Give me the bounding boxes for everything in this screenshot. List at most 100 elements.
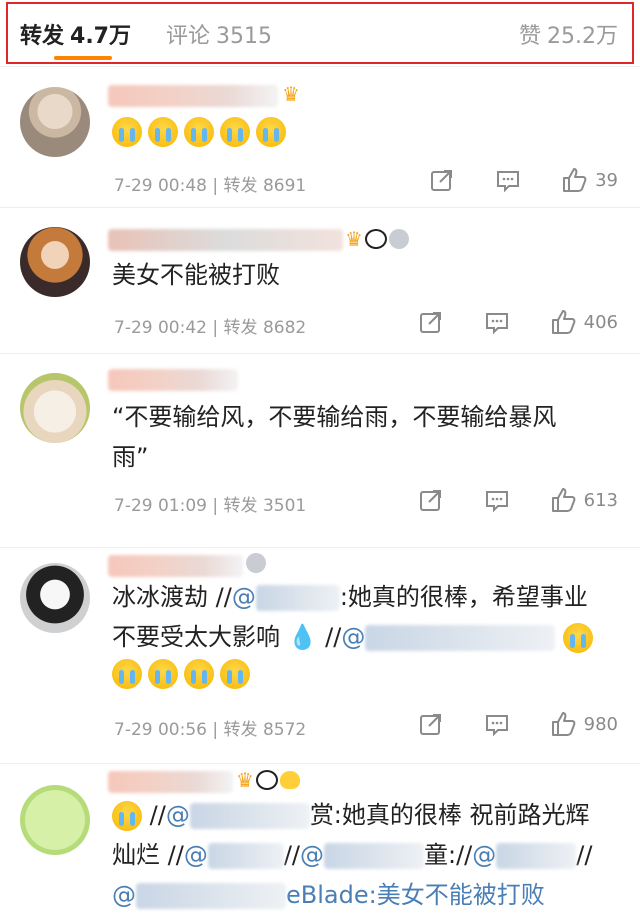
comment-text-part: 冰冰渡劫 // — [112, 583, 232, 611]
crying-emoji-icon — [184, 117, 214, 147]
comment-text-part: 赏:她真的很棒 祝前路光辉 — [309, 801, 590, 829]
post-actions: 39 — [429, 167, 618, 193]
list-item: ♛ //@ 赏:她真的很棒 祝前路光辉 灿烂 //@//@ 童://@// @ eBl… — [0, 763, 640, 909]
mention-blurred — [323, 843, 424, 869]
interaction-tabs: 转发 4.7万 评论 3515 赞 25.2万 — [0, 0, 640, 67]
emoji-row — [112, 117, 286, 147]
mention-link[interactable]: @ eBlade:美女不能被打败 — [112, 881, 545, 909]
crying-emoji-icon — [112, 659, 142, 689]
meta-separator: | — [212, 496, 219, 516]
like-count: 980 — [583, 713, 618, 735]
comment-text-part: :她真的很棒，希望事业 — [339, 583, 588, 611]
timestamp: 7-29 01:09 — [114, 496, 207, 516]
share-icon[interactable] — [418, 487, 444, 513]
meta-separator: | — [212, 318, 219, 338]
crying-emoji-icon — [112, 801, 142, 831]
avatar[interactable] — [20, 785, 90, 855]
repost-count: 8691 — [262, 176, 307, 196]
tab-comments-label: 评论 — [166, 24, 211, 49]
medal-icon — [246, 553, 266, 573]
comment-text-part: 童:// — [423, 841, 473, 869]
tab-reposts-count: 4.7万 — [70, 24, 131, 49]
repost-count: 8682 — [262, 318, 307, 338]
repost-label: 转发 — [223, 496, 258, 516]
post-meta: 7-29 00:48 | 转发 8691 — [114, 171, 306, 196]
mention-prefix: @ — [165, 801, 190, 829]
list-item: 冰冰渡劫 //@:她真的很棒，希望事业 不要受太大影响 💧 //@ 7-29 0… — [0, 547, 640, 764]
comment-text-part: // — [576, 841, 593, 869]
thumbs-up-icon — [551, 488, 576, 512]
like-button[interactable]: 39 — [561, 167, 618, 193]
avatar[interactable] — [20, 563, 90, 633]
mention-blurred — [136, 883, 286, 909]
username-blurred[interactable] — [108, 555, 243, 577]
crown-icon: ♛ — [282, 82, 300, 106]
mention-link[interactable]: @ — [472, 841, 577, 869]
comment-icon[interactable] — [484, 487, 510, 513]
mention-blurred — [255, 585, 340, 611]
panda-icon — [364, 229, 387, 249]
post-meta: 7-29 00:56 | 转发 8572 — [114, 715, 306, 740]
mention-link[interactable]: @ — [300, 841, 424, 869]
comment-text-part: // — [283, 841, 300, 869]
repost-label: 转发 — [223, 720, 258, 740]
crown-icon: ♛ — [236, 768, 254, 792]
comment-text: //@ 赏:她真的很棒 祝前路光辉 灿烂 //@//@ 童://@// @ eBlad… — [112, 795, 622, 915]
meta-separator: | — [212, 720, 219, 740]
like-button[interactable]: 980 — [550, 711, 618, 737]
post-actions: 980 — [418, 711, 618, 737]
list-item: ♛ 美女不能被打败 7-29 00:42 | 转发 8682 406 — [0, 207, 640, 354]
repost-label: 转发 — [223, 176, 258, 196]
mention-blurred — [207, 843, 284, 869]
tab-reposts[interactable]: 转发 4.7万 — [20, 18, 131, 50]
mention-link[interactable]: @ — [166, 801, 310, 829]
like-button[interactable]: 613 — [550, 487, 618, 513]
username-blurred[interactable] — [108, 85, 278, 107]
user-badges: ♛ — [236, 768, 300, 792]
mention-link[interactable]: @ — [184, 841, 284, 869]
comment-text-part: // — [149, 801, 166, 829]
share-icon[interactable] — [418, 309, 444, 335]
comment-text-part: 不要受太大影响 — [112, 623, 280, 651]
repost-count: 3501 — [262, 496, 307, 516]
avatar[interactable] — [20, 87, 90, 157]
crying-emoji-icon — [220, 659, 250, 689]
meta-separator: | — [212, 176, 219, 196]
tab-reposts-label: 转发 — [20, 24, 65, 49]
tab-likes[interactable]: 赞 25.2万 — [519, 18, 618, 50]
crying-emoji-icon — [148, 117, 178, 147]
post-meta: 7-29 01:09 | 转发 3501 — [114, 491, 306, 516]
crown-icon: ♛ — [345, 227, 363, 251]
like-count: 39 — [595, 169, 618, 191]
list-item: “不要输给风，不要输给雨，不要输给暴风雨” 7-29 01:09 | 转发 35… — [0, 353, 640, 548]
share-icon[interactable] — [418, 711, 444, 737]
comment-icon[interactable] — [495, 167, 521, 193]
comment-text-part: eBlade:美女不能被打败 — [286, 881, 545, 909]
mention-blurred — [365, 625, 556, 651]
like-button[interactable]: 406 — [550, 309, 618, 335]
avatar[interactable] — [20, 227, 90, 297]
timestamp: 7-29 00:48 — [114, 176, 207, 196]
crying-emoji-icon — [562, 623, 593, 653]
crying-emoji-icon — [148, 659, 178, 689]
active-tab-indicator — [54, 56, 112, 60]
comment-text: 冰冰渡劫 //@:她真的很棒，希望事业 不要受太大影响 💧 //@ — [112, 577, 622, 657]
username-blurred[interactable] — [108, 369, 238, 391]
tab-comments[interactable]: 评论 3515 — [166, 18, 272, 50]
username-blurred[interactable] — [108, 229, 343, 251]
repost-label: 转发 — [223, 318, 258, 338]
like-count: 613 — [583, 489, 618, 511]
comment-text: “不要输给风，不要输给雨，不要输给暴风雨” — [112, 403, 557, 471]
thumbs-up-icon — [551, 712, 576, 736]
avatar[interactable] — [20, 373, 90, 443]
username-blurred[interactable] — [108, 771, 233, 793]
share-icon[interactable] — [429, 167, 455, 193]
comment-icon[interactable] — [484, 309, 510, 335]
tab-likes-label: 赞 — [518, 24, 541, 49]
crying-emoji-icon — [112, 117, 142, 147]
timestamp: 7-29 00:42 — [114, 318, 207, 338]
mention-link[interactable]: @ — [341, 623, 556, 651]
comment-icon[interactable] — [484, 711, 510, 737]
mention-link[interactable]: @ — [232, 583, 340, 611]
crying-emoji-icon — [184, 659, 214, 689]
